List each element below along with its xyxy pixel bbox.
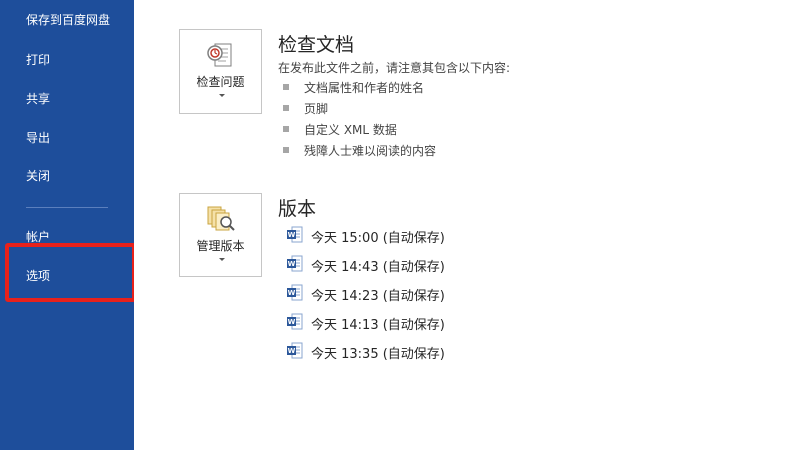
options-highlight-box	[5, 243, 136, 302]
inspect-title: 检查文档	[278, 34, 355, 56]
inspect-document-button[interactable]: 检查问题	[179, 29, 262, 114]
word-document-icon: W	[287, 226, 303, 243]
inspect-document-button-label: 检查问题	[196, 75, 245, 89]
inspect-description: 在发布此文件之前，请注意其包含以下内容:	[278, 61, 511, 75]
chevron-down-icon	[219, 258, 225, 261]
word-document-icon: W	[287, 255, 303, 272]
bullet-icon	[283, 105, 289, 111]
svg-text:W: W	[288, 260, 296, 268]
bullet-icon	[283, 147, 289, 153]
chevron-down-icon	[219, 94, 225, 97]
backstage-sidebar: 保存到百度网盘 打印 共享 导出 关闭 帐户 选项	[0, 0, 134, 450]
bullet-icon	[283, 84, 289, 90]
sidebar-item-print[interactable]: 打印	[26, 51, 50, 68]
bullet-icon	[283, 126, 289, 132]
sidebar-divider	[26, 207, 108, 208]
inspect-document-icon	[207, 43, 232, 67]
svg-text:W: W	[288, 347, 296, 355]
manage-versions-button-label: 管理版本	[196, 239, 245, 253]
word-document-icon: W	[287, 313, 303, 330]
sidebar-item-close[interactable]: 关闭	[26, 167, 50, 184]
word-document-icon: W	[287, 284, 303, 301]
sidebar-item-share[interactable]: 共享	[26, 90, 50, 107]
svg-text:W: W	[288, 231, 296, 239]
sidebar-item-export[interactable]: 导出	[26, 129, 50, 146]
versions-title: 版本	[278, 198, 317, 220]
sidebar-item-save-to-baidu[interactable]: 保存到百度网盘	[26, 11, 110, 28]
manage-versions-button[interactable]: 管理版本	[179, 193, 262, 277]
svg-text:W: W	[288, 318, 296, 326]
svg-text:W: W	[288, 289, 296, 297]
word-document-icon: W	[287, 342, 303, 359]
manage-versions-icon	[207, 206, 235, 231]
